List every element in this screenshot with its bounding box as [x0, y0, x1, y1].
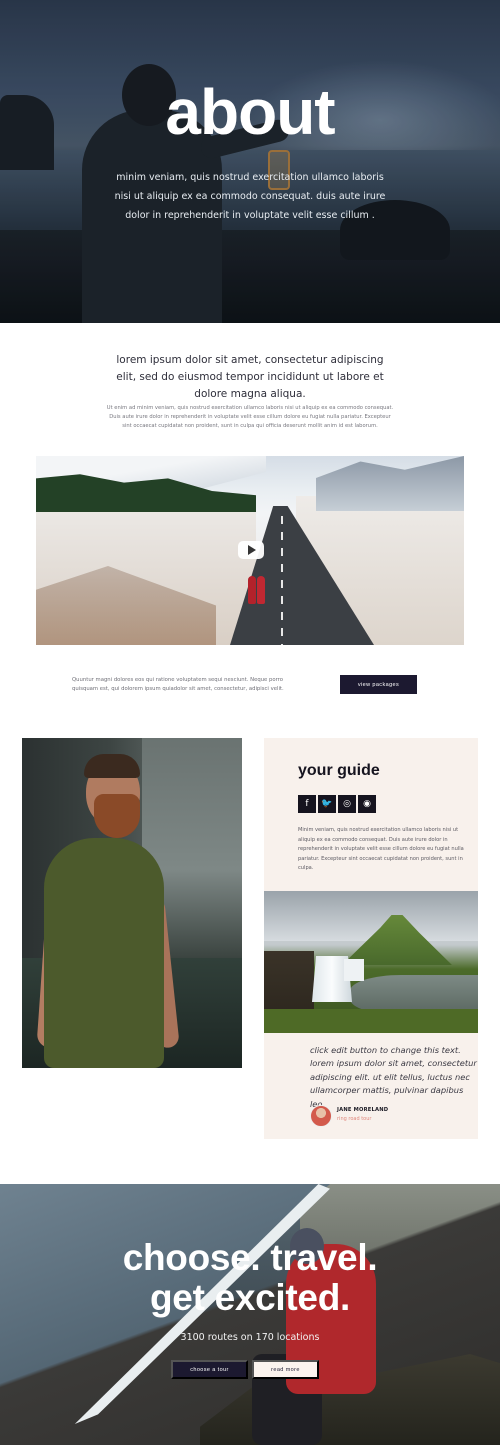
- website-icon[interactable]: ◉: [358, 795, 376, 813]
- landscape-clouds: [264, 891, 478, 941]
- facebook-icon[interactable]: f: [298, 795, 316, 813]
- cta-title: choose. travel. get excited.: [0, 1238, 500, 1318]
- play-button[interactable]: [238, 541, 264, 559]
- video-player[interactable]: [36, 456, 464, 645]
- hero-section: [0, 0, 500, 323]
- video-mountain-right: [316, 456, 464, 511]
- guide-landscape-photo: [264, 891, 478, 1033]
- cta-text: Quuntur magni dolores eos qui ratione vo…: [72, 677, 284, 692]
- instagram-icon[interactable]: ◎: [338, 795, 356, 813]
- landscape-grass: [264, 1009, 478, 1033]
- hero-text: minim veniam, quis nostrud exercitation …: [114, 172, 386, 221]
- cta-title-line-1: choose. travel.: [122, 1237, 378, 1278]
- play-icon: [248, 545, 256, 555]
- person-2: [257, 576, 265, 604]
- read-more-button[interactable]: read more: [252, 1360, 319, 1379]
- hero-overlay: [0, 0, 500, 323]
- author-role: ring road tour: [337, 1116, 372, 1122]
- guide-hair: [84, 754, 140, 778]
- testimonial-quote: click edit button to change this text. l…: [310, 1045, 477, 1109]
- guide-beard: [94, 794, 140, 838]
- guide-text: Minim veniam, quis nostrud exercitation …: [298, 827, 464, 871]
- social-links: f 🐦 ◎ ◉: [298, 795, 376, 813]
- page-title: about: [165, 76, 335, 148]
- avatar: [310, 1105, 332, 1127]
- guide-torso: [44, 838, 164, 1068]
- twitter-icon[interactable]: 🐦: [318, 795, 336, 813]
- landscape-waterfall-2: [344, 959, 364, 981]
- guide-photo: [22, 738, 242, 1068]
- about-page: about minim veniam, quis nostrud exercit…: [0, 0, 500, 1445]
- video-road-line: [281, 516, 283, 645]
- view-packages-button[interactable]: view packages: [340, 675, 417, 694]
- choose-tour-button[interactable]: choose a tour: [171, 1360, 248, 1379]
- cta-subtitle: 3100 routes on 170 locations: [180, 1332, 320, 1343]
- author-name: JANE MORELAND: [337, 1107, 389, 1113]
- guide-title: your guide: [298, 762, 380, 779]
- intro-lead: lorem ipsum dolor sit amet, consectetur …: [116, 354, 384, 400]
- person-1: [248, 576, 256, 604]
- intro-text: Ut enim ad minim veniam, quis nostrud ex…: [106, 405, 394, 429]
- cta-title-line-2: get excited.: [150, 1277, 350, 1318]
- video-couple: [248, 576, 266, 606]
